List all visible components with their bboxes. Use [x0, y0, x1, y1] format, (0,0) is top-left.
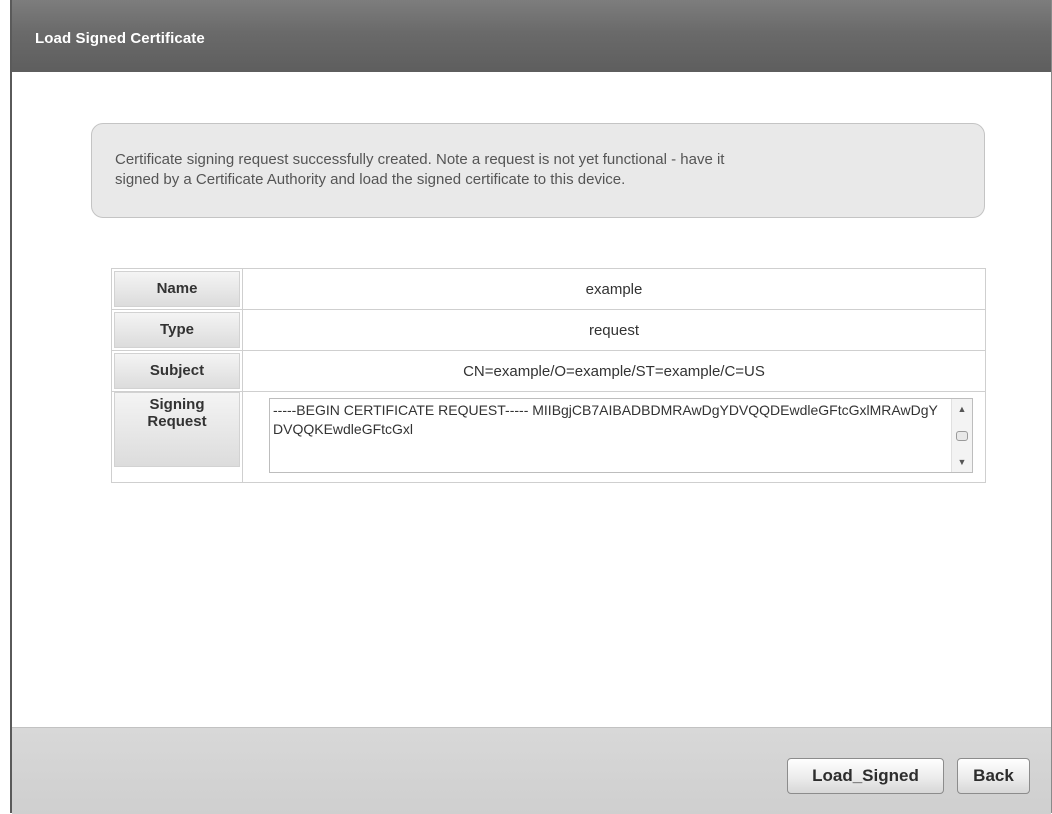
scroll-down-arrow-icon[interactable]: ▼ [952, 454, 972, 470]
notice-line-1: Certificate signing request successfully… [115, 151, 725, 168]
button-bar: Load_Signed Back [12, 727, 1051, 814]
type-label: Type [114, 312, 240, 348]
signing-request-text: -----BEGIN CERTIFICATE REQUEST----- MIIB… [273, 401, 938, 437]
notice-box: Certificate signing request successfully… [91, 123, 985, 218]
back-button[interactable]: Back [957, 758, 1030, 794]
load-signed-button[interactable]: Load_Signed [787, 758, 944, 794]
table-row: Name example [111, 268, 986, 310]
name-label: Name [114, 271, 240, 307]
signing-request-label-line-1: Signing [149, 396, 205, 413]
scroll-thumb[interactable] [956, 430, 968, 441]
table-row: Type request [111, 309, 986, 351]
subject-label: Subject [114, 353, 240, 389]
table-row: Subject CN=example/O=example/ST=example/… [111, 350, 986, 392]
title-bar: Load Signed Certificate [12, 0, 1051, 72]
window-title: Load Signed Certificate [35, 30, 205, 47]
name-value: example [242, 268, 986, 310]
textarea-scrollbar[interactable]: ▲ ▼ [951, 398, 972, 472]
signing-request-label: Signing Request [114, 392, 240, 467]
table-row: Signing Request -----BEGIN CERTIFICATE R… [111, 391, 986, 483]
signing-request-textarea[interactable]: -----BEGIN CERTIFICATE REQUEST----- MIIB… [269, 397, 973, 473]
notice-line-2: signed by a Certificate Authority and lo… [115, 171, 626, 188]
signing-request-label-line-2: Request [147, 413, 207, 430]
load-signed-certificate-window: Load Signed Certificate Certificate sign… [10, 0, 1052, 814]
type-value: request [242, 309, 986, 351]
certificate-info-table: Name example Type request Subject CN=exa… [111, 268, 986, 483]
scroll-up-arrow-icon[interactable]: ▲ [952, 401, 972, 417]
subject-value: CN=example/O=example/ST=example/C=US [242, 350, 986, 392]
